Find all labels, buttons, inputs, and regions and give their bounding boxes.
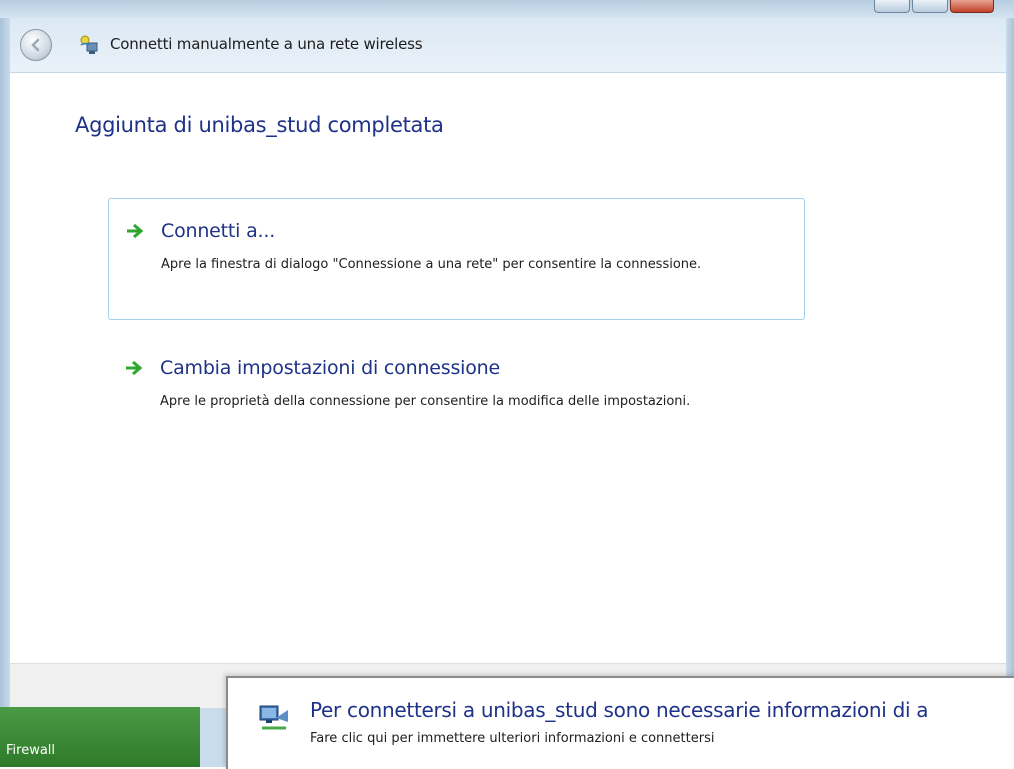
minimize-button[interactable]: [874, 0, 910, 13]
network-connection-icon: [259, 705, 288, 730]
option-description: Apre la finestra di dialogo "Connessione…: [161, 257, 702, 272]
window-top-strip: [0, 0, 1014, 18]
option-description: Apre le proprietà della connessione per …: [160, 394, 691, 409]
notification-text: Fare clic qui per immettere ulteriori in…: [310, 731, 715, 746]
maximize-button[interactable]: [912, 0, 948, 13]
green-arrow-icon: [126, 360, 143, 376]
green-arrow-icon: [127, 223, 144, 239]
back-arrow-icon: [31, 38, 40, 52]
taskbar-firewall-item[interactable]: Firewall: [0, 707, 200, 767]
option-title: Connetti a...: [161, 220, 276, 242]
notification-balloon[interactable]: Per connettersi a unibas_stud sono neces…: [226, 676, 1014, 769]
page-heading: Aggiunta di unibas_stud completata: [75, 113, 444, 137]
notification-title: Per connettersi a unibas_stud sono neces…: [310, 698, 929, 722]
firewall-label: Firewall: [6, 743, 56, 758]
caption-buttons: [874, 0, 994, 14]
window-title: Connetti manualmente a una rete wireless: [110, 35, 423, 53]
option-title: Cambia impostazioni di connessione: [160, 357, 500, 379]
close-button[interactable]: [950, 0, 994, 13]
wireless-network-icon: [80, 35, 98, 54]
change-connection-settings-option[interactable]: Cambia impostazioni di connessione Apre …: [108, 336, 805, 446]
wizard-content: Aggiunta di unibas_stud completata Conne…: [10, 73, 1006, 663]
window-border-left: [0, 0, 10, 767]
window-border-right: [1006, 0, 1014, 767]
connect-to-option[interactable]: Connetti a... Apre la finestra di dialog…: [108, 198, 805, 320]
wizard-titlebar: Connetti manualmente a una rete wireless: [10, 18, 1006, 73]
back-button[interactable]: [20, 29, 52, 61]
